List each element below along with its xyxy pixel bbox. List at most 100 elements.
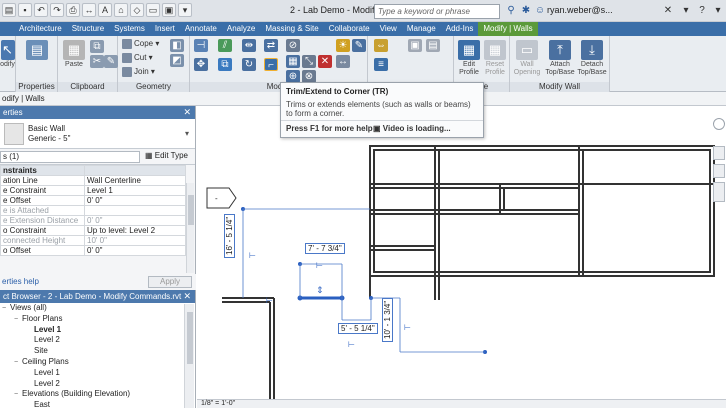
tab-modify-walls[interactable]: Modify | Walls — [478, 22, 538, 36]
help-icon[interactable]: ? — [694, 3, 710, 18]
browser-node[interactable]: Level 2 — [0, 379, 195, 390]
open-icon[interactable]: ▤ — [2, 3, 16, 17]
scale-icon[interactable]: ⤡ — [302, 55, 316, 68]
mirror-draw-icon[interactable]: ⇄ — [264, 39, 278, 52]
dimension-label-width[interactable]: 7' - 7 3/4" — [305, 243, 345, 254]
property-value[interactable]: Wall Centerline — [84, 175, 186, 186]
rotate-icon[interactable]: ↻ — [242, 58, 256, 71]
expand-toggle-icon[interactable]: − — [2, 304, 10, 315]
dimension-toggle-icon[interactable]: ⊢ — [348, 340, 355, 349]
minimize-icon[interactable]: ▾ — [678, 3, 694, 18]
tab-structure[interactable]: Structure — [67, 22, 109, 36]
expand-toggle-icon[interactable]: − — [14, 315, 22, 326]
tab-analyze[interactable]: Analyze — [222, 22, 260, 36]
close-icon[interactable]: ✕ — [183, 291, 191, 302]
properties-button[interactable]: ▤ — [24, 40, 50, 61]
align-icon[interactable]: ⊣ — [194, 39, 208, 52]
join-button[interactable]: Join ▾ — [122, 67, 155, 77]
section-tag[interactable] — [206, 187, 237, 209]
view-icon[interactable]: ☀ — [336, 39, 350, 52]
redo-icon[interactable]: ↷ — [50, 3, 64, 17]
property-value[interactable]: Up to level: Level 2 — [84, 225, 186, 236]
delete-icon[interactable]: ✕ — [318, 55, 332, 68]
close-hidden-icon[interactable]: ▭ — [146, 3, 160, 17]
property-value[interactable]: 0' 0" — [84, 195, 186, 206]
linework-icon[interactable]: ≡ — [374, 58, 388, 71]
edit-profile-button[interactable]: ▦ Edit Profile — [456, 40, 482, 77]
property-row[interactable]: connected Height 10' 0" — [0, 235, 186, 246]
browser-scrollbar[interactable] — [184, 304, 194, 408]
dimension-label-vertical[interactable]: 10' - 1 3/4" — [382, 297, 393, 342]
user-icon[interactable]: ☺ — [533, 4, 547, 18]
expand-toggle-icon[interactable]: − — [14, 358, 22, 369]
instance-filter-select[interactable]: s (1) — [0, 151, 140, 163]
print-icon[interactable]: ⎙ — [66, 3, 80, 17]
dimension-label-height[interactable]: 16' - 5 1/4" — [224, 213, 235, 258]
expand-toggle-icon[interactable]: − — [14, 390, 22, 401]
match-properties-icon[interactable]: ✎ — [104, 55, 118, 68]
apply-button[interactable]: Apply — [148, 276, 192, 288]
type-selector[interactable]: Basic Wall Generic - 5" ▾ — [0, 119, 195, 149]
modify-button[interactable]: ↖ odify — [0, 40, 15, 69]
subscription-icon[interactable]: ✱ — [519, 4, 533, 18]
property-row[interactable]: o Offset 0' 0" — [0, 245, 186, 256]
hide-icon[interactable]: ⇔ — [374, 39, 388, 52]
split-face-icon[interactable]: ◧ — [170, 39, 184, 52]
browser-node[interactable]: − Ceiling Plans — [0, 357, 195, 368]
split-icon[interactable]: ⊘ — [286, 39, 300, 52]
search-input[interactable]: Type a keyword or phrase — [374, 4, 500, 19]
dimension-toggle-icon[interactable]: ⊢ — [249, 251, 256, 260]
create-icon[interactable]: ✎ — [352, 39, 366, 52]
measure-tool-icon[interactable]: ↔ — [336, 55, 350, 68]
offset-icon[interactable]: ⫽ — [218, 39, 232, 52]
property-row[interactable]: e is Attached — [0, 205, 186, 216]
tab-systems[interactable]: Systems — [109, 22, 150, 36]
tab-manage[interactable]: Manage — [402, 22, 441, 36]
3d-view-icon[interactable]: ⌂ — [114, 3, 128, 17]
close-icon[interactable]: ✕ — [183, 107, 191, 118]
tab-add-ins[interactable]: Add-Ins — [441, 22, 479, 36]
undo-icon[interactable]: ↶ — [34, 3, 48, 17]
attach-top-base-button[interactable]: ⤒ Attach Top/Base — [544, 40, 576, 77]
zoom-menu-icon[interactable] — [713, 182, 725, 202]
property-row[interactable]: o Constraint Up to level: Level 2 — [0, 225, 186, 236]
dimension-toggle-icon[interactable]: ⊢ — [404, 323, 411, 332]
tab-annotate[interactable]: Annotate — [180, 22, 222, 36]
copy-clipboard-icon[interactable]: ⧉ — [90, 40, 104, 53]
property-value[interactable] — [84, 165, 186, 176]
view-scale[interactable]: 1/8" = 1'-0" — [201, 400, 235, 407]
dimension-toggle-icon[interactable]: ⊢ — [266, 296, 273, 305]
create-parts-icon[interactable]: ▤ — [426, 39, 440, 52]
floor-plan[interactable]: ⊢ ⊢ ⊢ ⊢ ⊢ ⇕ — [197, 106, 726, 408]
properties-scrollbar[interactable] — [186, 183, 194, 273]
detach-top-base-button[interactable]: ⤓ Detach Top/Base — [576, 40, 608, 77]
switch-windows-icon[interactable]: ▣ — [162, 3, 176, 17]
wall-opening-button[interactable]: ▭ Wall Opening — [512, 40, 542, 77]
paste-button[interactable]: ▦ Paste — [62, 40, 86, 69]
trim-extend-corner-icon[interactable]: ⌐ — [264, 58, 278, 71]
cut-clipboard-icon[interactable]: ✂ — [90, 55, 104, 68]
user-name[interactable]: ryan.weber@s... — [547, 5, 613, 15]
measure-icon[interactable]: ↔ — [82, 3, 96, 17]
search-icon[interactable]: ⚲ — [504, 4, 518, 18]
browser-node[interactable]: − Elevations (Building Elevation) — [0, 389, 195, 400]
edit-type-button[interactable]: ▦ Edit Type — [145, 151, 188, 160]
drawing-canvas[interactable]: ⊢ ⊢ ⊢ ⊢ ⊢ ⇕ 16' - 5 1/4" 7' - 7 3/4" 5' … — [197, 106, 726, 408]
flip-arrows-icon[interactable]: ⇕ — [316, 286, 324, 296]
dimension-label-offset[interactable]: 5' - 5 1/4" — [338, 323, 378, 334]
browser-node[interactable]: Level 2 — [0, 335, 195, 346]
browser-node[interactable]: East — [0, 400, 195, 411]
paint-icon[interactable]: ◩ — [170, 54, 184, 67]
property-value[interactable] — [84, 205, 186, 216]
exchange-icon[interactable]: ✕ — [660, 3, 676, 18]
tab-massing-site[interactable]: Massing & Site — [260, 22, 323, 36]
tab-insert[interactable]: Insert — [150, 22, 180, 36]
customize-qat-icon[interactable]: ▾ — [178, 3, 192, 17]
tab-collaborate[interactable]: Collaborate — [324, 22, 375, 36]
browser-node[interactable]: − Floor Plans — [0, 314, 195, 325]
property-row[interactable]: e Extension Distance 0' 0" — [0, 215, 186, 226]
save-icon[interactable]: ▪ — [18, 3, 32, 17]
tag-icon[interactable]: A — [98, 3, 112, 17]
property-value[interactable]: 0' 0" — [84, 245, 186, 256]
mirror-axis-icon[interactable]: ⇹ — [242, 39, 256, 52]
